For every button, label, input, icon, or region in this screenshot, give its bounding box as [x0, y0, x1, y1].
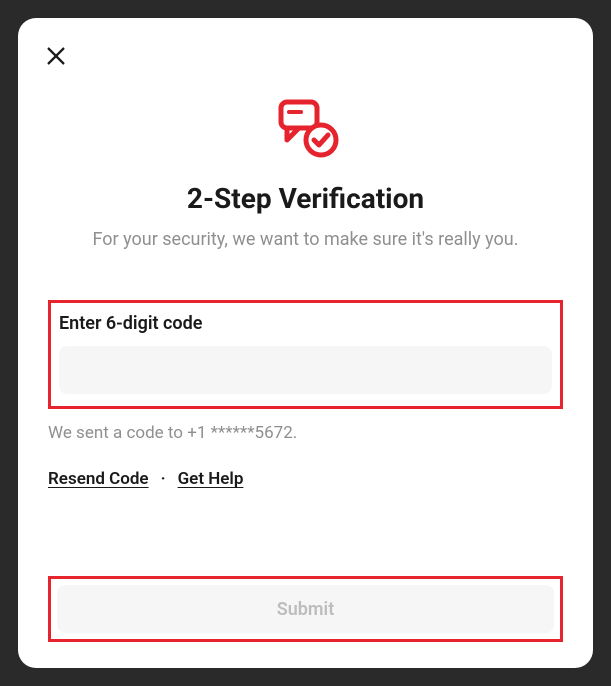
code-highlight: Enter 6-digit code — [48, 300, 563, 409]
verification-modal: 2-Step Verification For your security, w… — [18, 18, 593, 668]
get-help-link[interactable]: Get Help — [178, 469, 244, 489]
close-icon — [45, 45, 67, 67]
code-label: Enter 6-digit code — [59, 313, 552, 334]
links-row: Resend Code · Get Help — [48, 469, 563, 489]
close-button[interactable] — [38, 38, 74, 74]
code-section: Enter 6-digit code We sent a code to +1 … — [48, 300, 563, 489]
separator-dot: · — [161, 469, 166, 489]
sent-message: We sent a code to +1 ******5672. — [48, 423, 563, 443]
modal-title: 2-Step Verification — [187, 182, 424, 215]
verification-icon — [271, 96, 341, 160]
submit-button[interactable]: Submit — [57, 585, 554, 633]
submit-highlight: Submit — [48, 576, 563, 642]
hero-section: 2-Step Verification For your security, w… — [48, 96, 563, 250]
code-input[interactable] — [59, 346, 552, 394]
resend-code-link[interactable]: Resend Code — [48, 469, 149, 489]
modal-subtitle: For your security, we want to make sure … — [93, 229, 519, 250]
